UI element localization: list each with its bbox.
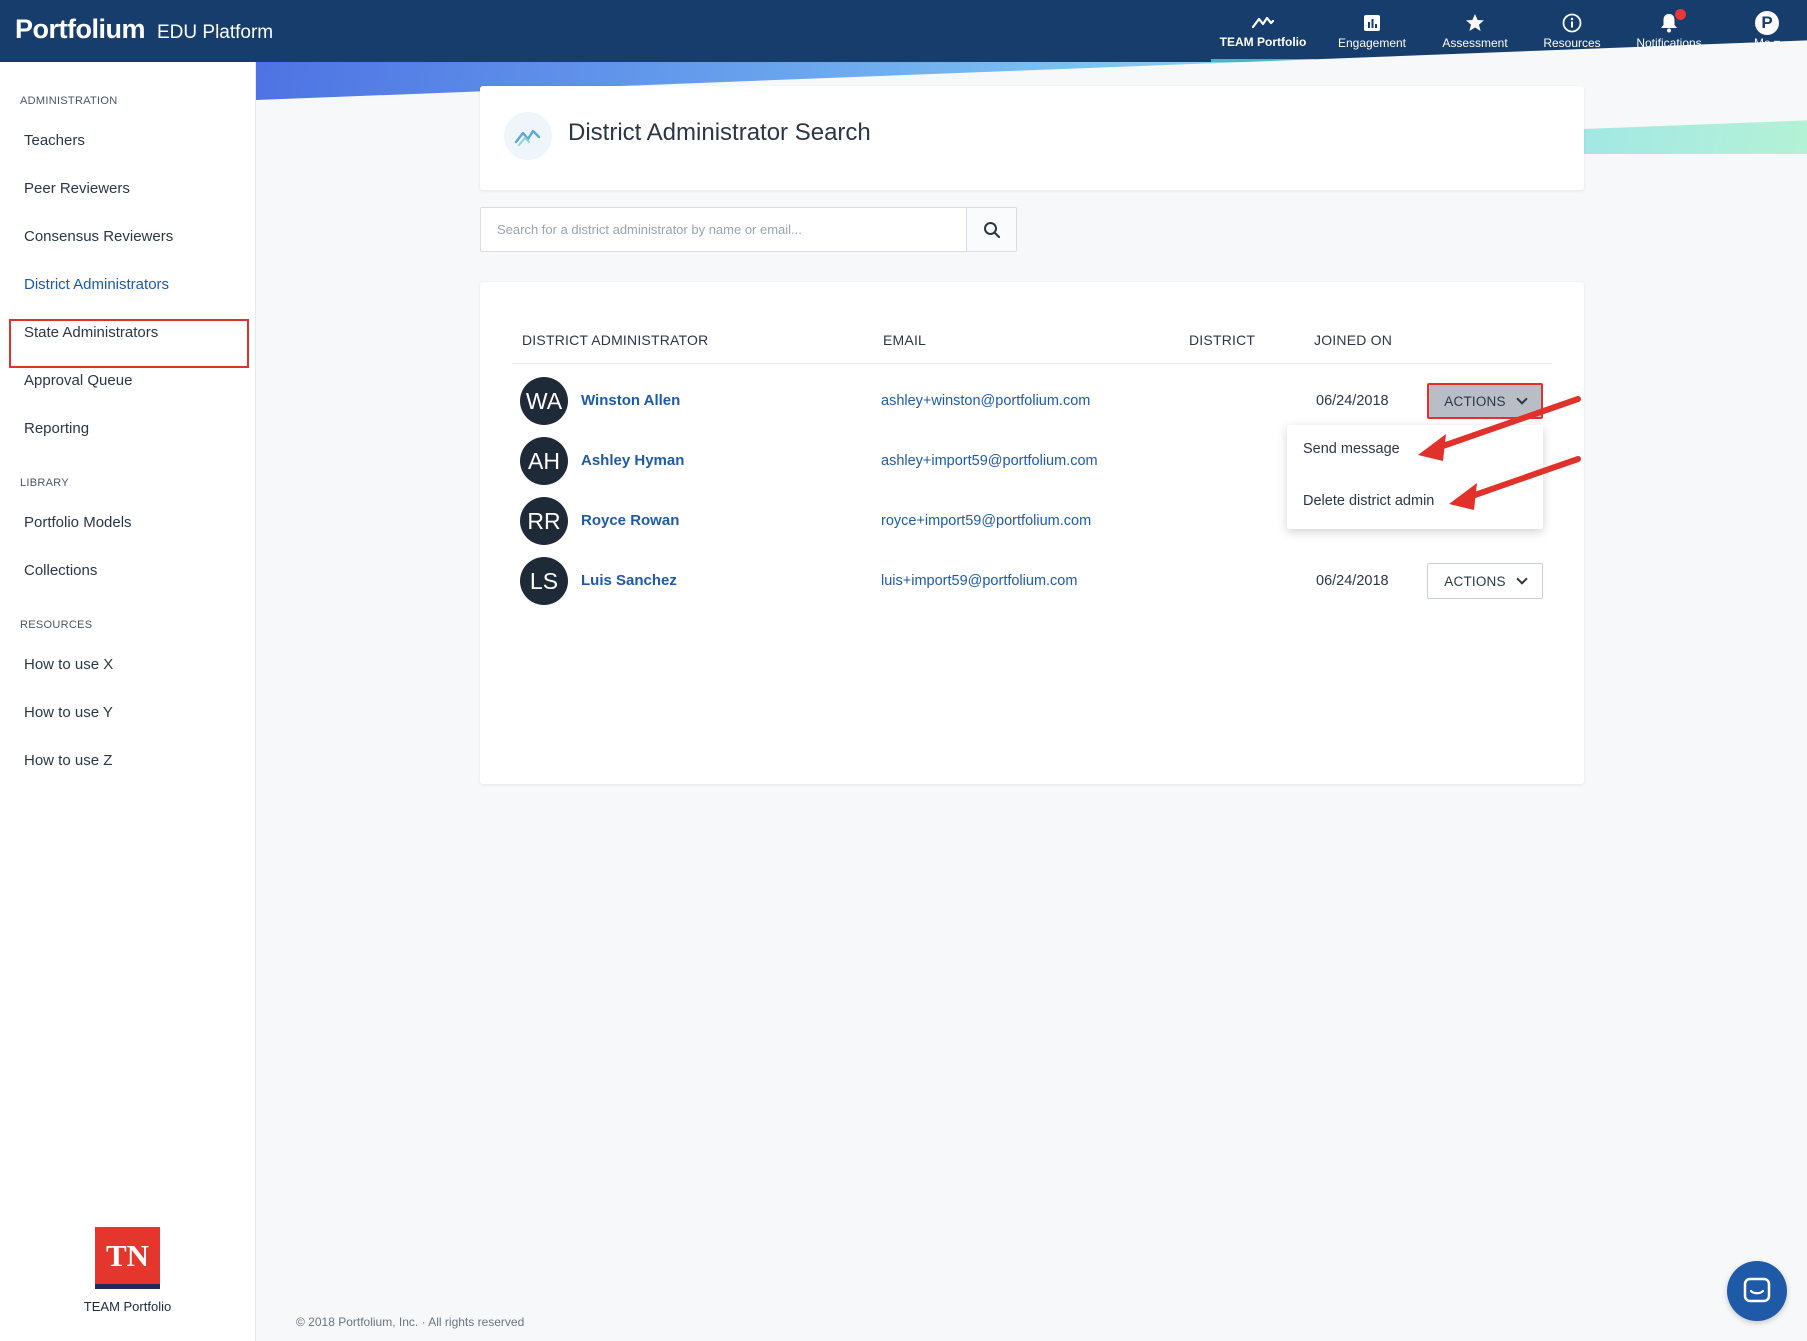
- footer-copyright: © 2018 Portfolium, Inc. · All rights res…: [296, 1315, 525, 1329]
- annotation-arrows: [1418, 396, 1581, 510]
- arrow-to-delete-district-admin: [1449, 456, 1581, 510]
- arrow-to-send-message: [1418, 396, 1581, 461]
- chat-button[interactable]: [1727, 1261, 1787, 1321]
- chat-icon: [1743, 1277, 1771, 1303]
